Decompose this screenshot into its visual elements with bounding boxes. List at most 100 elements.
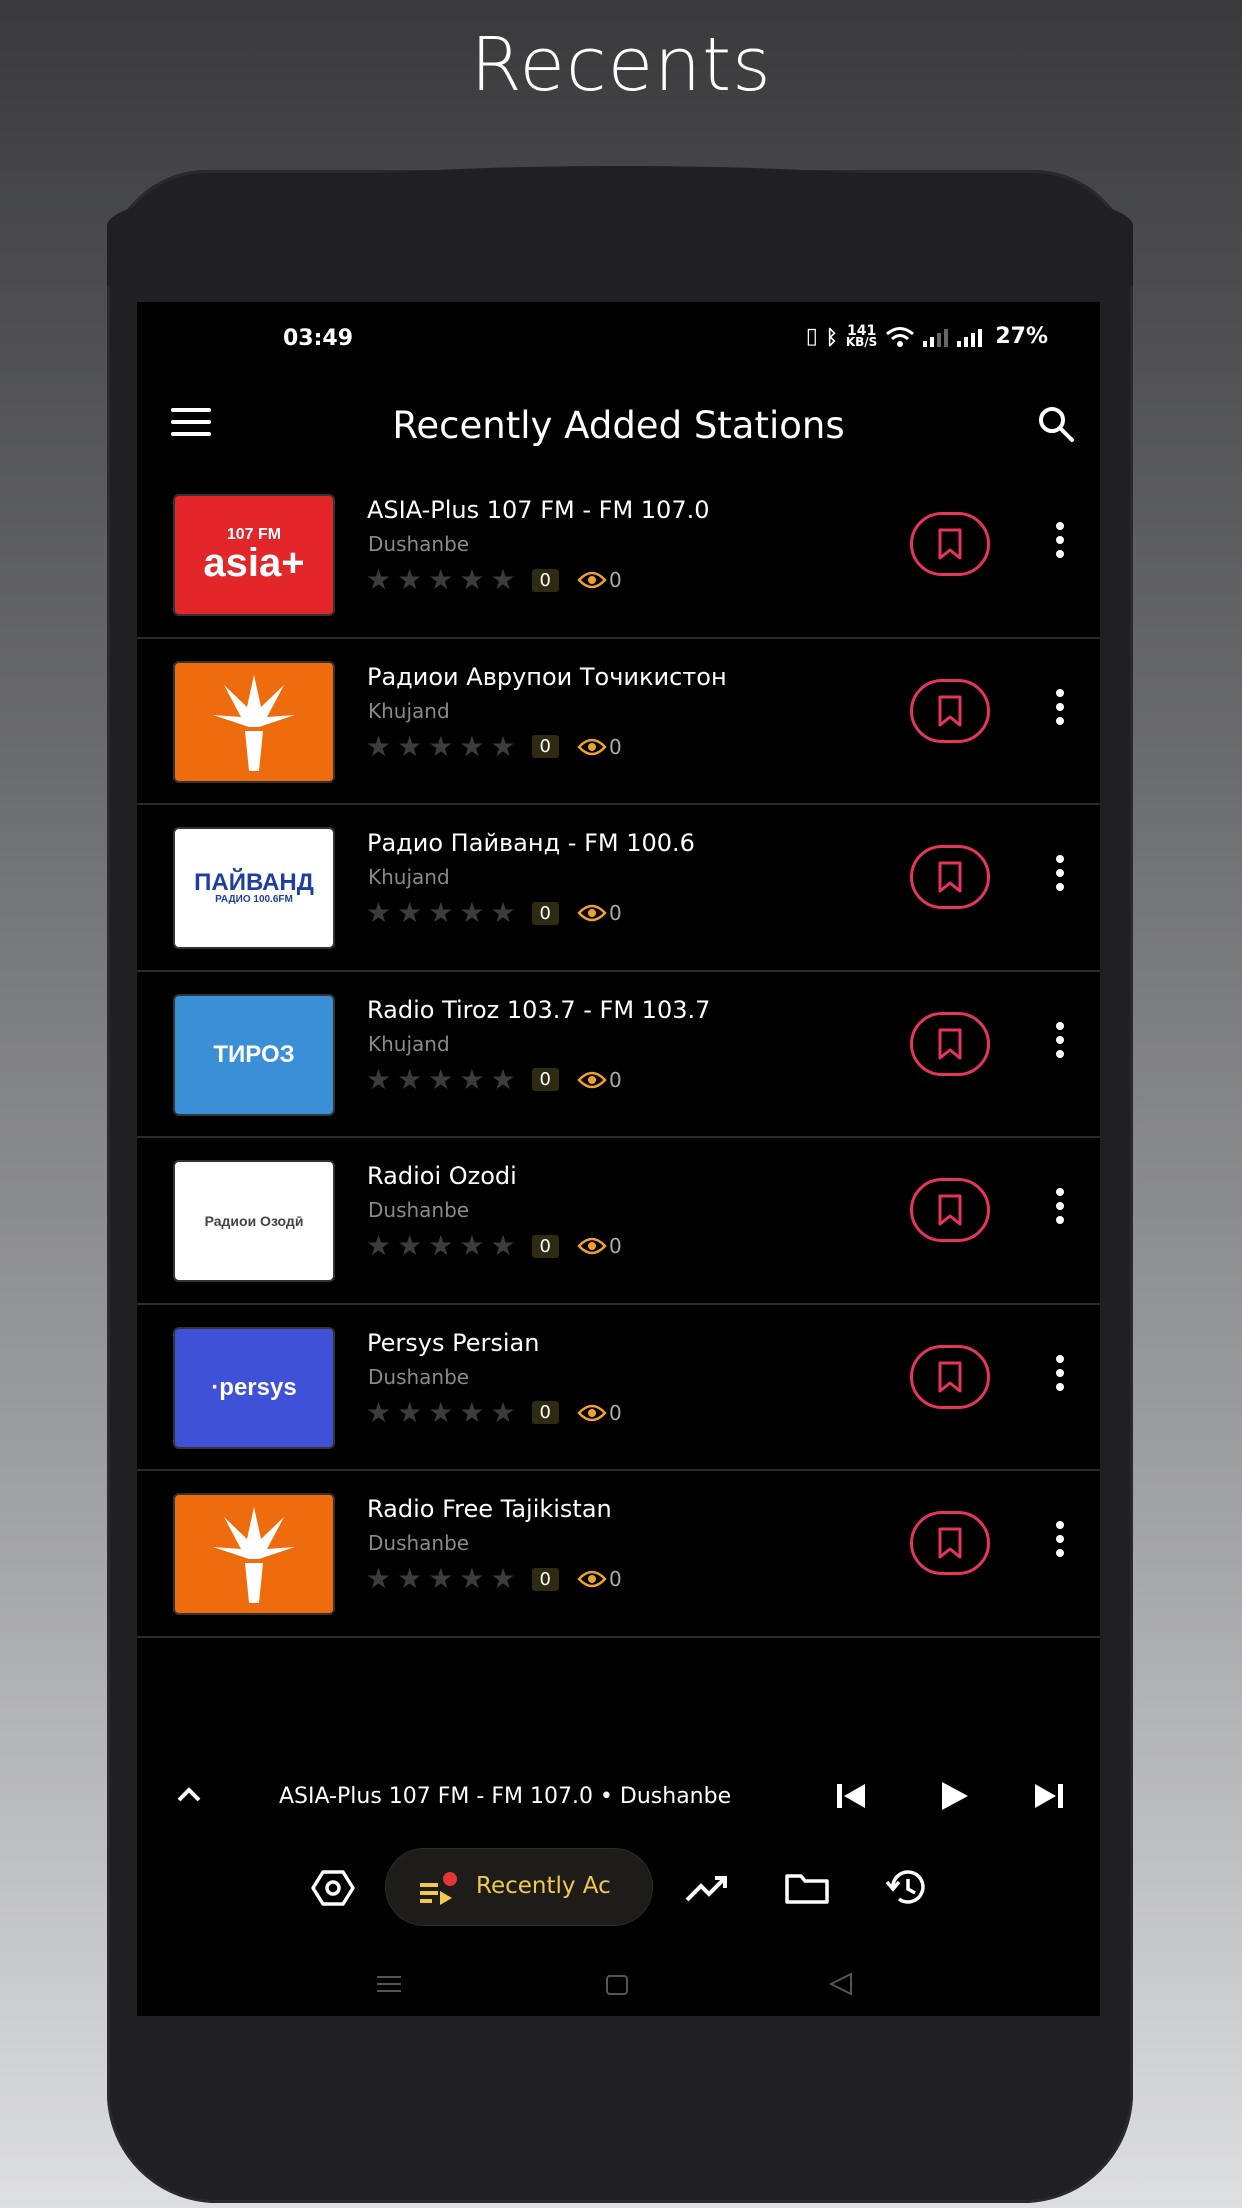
station-row-2[interactable]: Радиои Аврупои Точикистон Khujand ★ ★ ★ … bbox=[137, 639, 1100, 805]
star-icon[interactable]: ★ bbox=[459, 899, 484, 927]
star-icon[interactable]: ★ bbox=[397, 1232, 422, 1260]
star-icon[interactable]: ★ bbox=[428, 732, 453, 761]
wifi-icon bbox=[886, 326, 915, 347]
views-value: 0 bbox=[609, 901, 622, 925]
station-row-7[interactable]: Radio Free Tajikistan Dushanbe ★ ★ ★ ★ ★… bbox=[137, 1471, 1100, 1638]
signal-icon-2 bbox=[957, 328, 983, 347]
star-icon[interactable]: ★ bbox=[459, 566, 484, 594]
signal-icon-1 bbox=[923, 328, 949, 347]
bookmark-icon bbox=[938, 1194, 962, 1226]
nav-recently-added[interactable]: Recently Ac bbox=[385, 1848, 653, 1926]
station-name: Радио Пайванд - FM 100.6 bbox=[367, 829, 695, 857]
star-icon[interactable]: ★ bbox=[459, 732, 484, 761]
search-icon[interactable] bbox=[1034, 402, 1078, 446]
views-value: 0 bbox=[609, 568, 622, 592]
star-icon[interactable]: ★ bbox=[459, 1065, 484, 1094]
bookmark-button[interactable] bbox=[910, 845, 990, 909]
more-options-icon[interactable] bbox=[1054, 1521, 1066, 1563]
star-icon[interactable]: ★ bbox=[366, 732, 391, 761]
bookmark-icon bbox=[938, 1527, 962, 1559]
more-options-icon[interactable] bbox=[1054, 688, 1066, 731]
star-icon[interactable]: ★ bbox=[428, 1232, 453, 1260]
back-icon[interactable] bbox=[825, 1968, 857, 2000]
station-row-4[interactable]: ТИРОЗ Radio Tiroz 103.7 - FM 103.7 Khuja… bbox=[137, 972, 1100, 1138]
bookmark-icon bbox=[938, 528, 962, 560]
star-icon[interactable]: ★ bbox=[490, 1232, 515, 1260]
skip-next-icon[interactable] bbox=[1029, 1776, 1069, 1816]
more-options-icon[interactable] bbox=[1054, 1021, 1066, 1064]
skip-previous-icon[interactable] bbox=[831, 1776, 871, 1816]
star-icon[interactable]: ★ bbox=[397, 566, 422, 594]
star-icon[interactable]: ★ bbox=[428, 1565, 453, 1593]
bookmark-button[interactable] bbox=[910, 1511, 990, 1575]
star-icon[interactable]: ★ bbox=[366, 566, 391, 594]
station-rating: ★ ★ ★ ★ ★ 0 0 bbox=[366, 899, 622, 927]
star-icon[interactable]: ★ bbox=[428, 566, 453, 594]
star-icon[interactable]: ★ bbox=[490, 1398, 515, 1427]
star-icon[interactable]: ★ bbox=[428, 899, 453, 927]
folder-icon[interactable] bbox=[783, 1864, 831, 1912]
star-icon[interactable]: ★ bbox=[397, 899, 422, 927]
station-row-1[interactable]: 107 FM asia+ ASIA-Plus 107 FM - FM 107.0 … bbox=[137, 472, 1100, 639]
play-icon[interactable] bbox=[933, 1776, 973, 1816]
now-playing-text[interactable]: ASIA-Plus 107 FM - FM 107.0 • Dushanbe bbox=[279, 1784, 731, 1809]
star-icon[interactable]: ★ bbox=[366, 1232, 391, 1260]
more-options-icon[interactable] bbox=[1054, 855, 1066, 897]
eye-icon bbox=[577, 904, 607, 922]
bookmark-button[interactable] bbox=[910, 678, 990, 743]
station-row-5[interactable]: Радиои Озодӣ Radioi Ozodi Dushanbe ★ ★ ★… bbox=[137, 1138, 1100, 1305]
star-icon[interactable]: ★ bbox=[490, 1065, 515, 1094]
star-icon[interactable]: ★ bbox=[366, 1565, 391, 1593]
net-speed: 141 KB/S bbox=[845, 324, 878, 349]
star-icon[interactable]: ★ bbox=[459, 1232, 484, 1260]
eye-icon bbox=[577, 1237, 607, 1255]
star-icon[interactable]: ★ bbox=[428, 1398, 453, 1427]
star-icon[interactable]: ★ bbox=[366, 1398, 391, 1427]
star-icon[interactable]: ★ bbox=[428, 1065, 453, 1094]
station-row-3[interactable]: ПАЙВАНД РАДИО 100.6FM Радио Пайванд - FM … bbox=[137, 805, 1100, 972]
mini-player: ASIA-Plus 107 FM - FM 107.0 • Dushanbe bbox=[137, 1762, 1100, 1834]
views-count: 0 bbox=[577, 1234, 622, 1258]
rating-count: 0 bbox=[531, 1234, 559, 1258]
station-logo: ПАЙВАНД РАДИО 100.6FM bbox=[173, 827, 335, 949]
star-icon[interactable]: ★ bbox=[459, 1565, 484, 1593]
station-list: 107 FM asia+ ASIA-Plus 107 FM - FM 107.0 … bbox=[137, 472, 1100, 1638]
bookmark-button[interactable] bbox=[910, 1178, 990, 1242]
chevron-up-icon[interactable] bbox=[173, 1778, 205, 1810]
trending-icon[interactable] bbox=[683, 1864, 731, 1912]
views-value: 0 bbox=[609, 1067, 622, 1092]
more-options-icon[interactable] bbox=[1054, 522, 1066, 564]
station-logo: Радиои Озодӣ bbox=[173, 1160, 335, 1282]
star-icon[interactable]: ★ bbox=[490, 899, 515, 927]
bookmark-button[interactable] bbox=[910, 1011, 990, 1076]
recent-apps-icon[interactable] bbox=[373, 1968, 405, 2000]
bookmark-button[interactable] bbox=[910, 1344, 990, 1409]
station-name: Radio Free Tajikistan bbox=[367, 1495, 612, 1523]
more-options-icon[interactable] bbox=[1054, 1188, 1066, 1230]
station-city: Dushanbe bbox=[368, 532, 470, 556]
history-icon[interactable] bbox=[883, 1864, 931, 1912]
station-logo-subtext: РАДИО 100.6FM bbox=[215, 894, 293, 905]
star-icon[interactable]: ★ bbox=[397, 1065, 422, 1094]
star-icon[interactable]: ★ bbox=[397, 1398, 422, 1427]
torch-logo-icon bbox=[213, 674, 295, 771]
home-icon[interactable] bbox=[601, 1968, 633, 2000]
star-icon[interactable]: ★ bbox=[366, 899, 391, 927]
star-icon[interactable]: ★ bbox=[459, 1398, 484, 1427]
star-icon[interactable]: ★ bbox=[490, 732, 515, 761]
star-icon[interactable]: ★ bbox=[490, 1565, 515, 1593]
rating-count: 0 bbox=[531, 901, 559, 925]
more-options-icon[interactable] bbox=[1054, 1354, 1066, 1397]
star-icon[interactable]: ★ bbox=[397, 732, 422, 761]
station-logo-text: ·persys bbox=[211, 1373, 297, 1401]
views-value: 0 bbox=[609, 1567, 622, 1591]
station-row-6[interactable]: ·persys Persys Persian Dushanbe ★ ★ ★ ★ … bbox=[137, 1305, 1100, 1471]
star-icon[interactable]: ★ bbox=[397, 1565, 422, 1593]
star-icon[interactable]: ★ bbox=[366, 1065, 391, 1094]
bookmark-button[interactable] bbox=[910, 512, 990, 576]
system-nav-bar bbox=[137, 1952, 1100, 2016]
views-count: 0 bbox=[577, 1401, 622, 1425]
star-icon[interactable]: ★ bbox=[490, 566, 515, 594]
nav-radio-icon[interactable] bbox=[309, 1864, 357, 1912]
net-speed-unit: KB/S bbox=[845, 334, 878, 349]
